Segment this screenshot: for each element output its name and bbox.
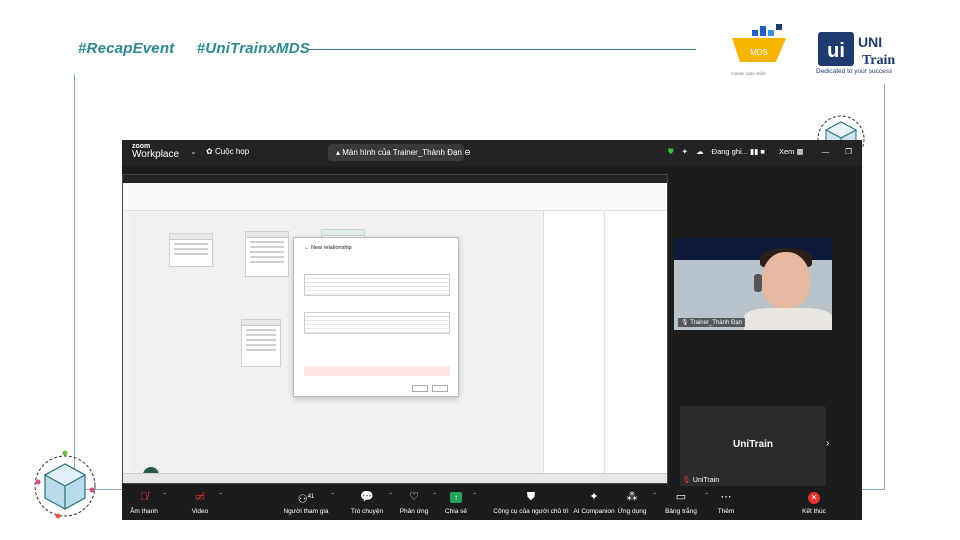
table-card-structure xyxy=(169,233,213,267)
whiteboard-label: Bảng trắng xyxy=(665,508,697,515)
view-menu[interactable]: Xem ▦ xyxy=(773,147,804,156)
unitrain-logo-text-2: Train xyxy=(862,53,895,68)
share-label: Chia sẻ xyxy=(444,508,468,515)
apps-caret-icon[interactable]: ⌃ xyxy=(652,492,657,499)
audio-button[interactable]: 🎙̸ Âm thanh ⌃ xyxy=(124,490,167,515)
participants-label: Người tham gia xyxy=(283,508,329,515)
dialog-warning xyxy=(304,366,450,376)
headset xyxy=(754,274,762,292)
more-icon: ⋯ xyxy=(720,491,732,503)
chat-label: Trò chuyện xyxy=(350,508,384,515)
participant-name-center: UniTrain xyxy=(732,439,773,450)
audio-label: Âm thanh xyxy=(130,508,158,515)
zoom-title-bar: zoom Workplace ⌄ ✿ Cuộc họp ▴ Màn hình c… xyxy=(122,140,862,166)
from-table-preview xyxy=(304,274,450,296)
windows-taskbar xyxy=(123,473,667,483)
participants-button[interactable]: ⚇41 Người tham gia ⌃ xyxy=(280,490,335,515)
presenter-video-tile[interactable]: 🎙 Trainer_Thành Đạn xyxy=(674,238,832,330)
share-screen-button[interactable]: ↑ Chia sẻ ⌃ xyxy=(438,490,477,515)
heart-icon: ♡ xyxy=(409,491,419,503)
presenter-name: Trainer_Thành Đạn xyxy=(690,320,742,326)
whiteboard-icon: ▭ xyxy=(675,491,687,503)
chat-button[interactable]: 💬 Trò chuyện ⌃ xyxy=(344,490,393,515)
left-divider xyxy=(74,74,75,490)
data-pane xyxy=(604,211,667,477)
svg-text:ui: ui xyxy=(827,40,845,62)
end-label: Kết thúc xyxy=(802,508,826,515)
apps-label: Ứng dụng xyxy=(617,508,647,515)
chat-caret-icon[interactable]: ⌃ xyxy=(388,492,393,499)
hashtag-unitrain-mds: #UniTrainxMDS xyxy=(196,40,310,57)
hashtag-line: #RecapEvent #UniTrainxMDS xyxy=(78,40,328,57)
zoom-brand-bottom: Workplace xyxy=(132,149,180,160)
end-call-icon: ✕ xyxy=(808,492,820,504)
mic-muted-icon: 🎙 xyxy=(682,477,691,484)
chevron-down-icon[interactable]: ⌄ xyxy=(190,147,197,156)
mds-logo-text: MDS xyxy=(750,48,768,57)
video-label: Video xyxy=(191,508,209,515)
end-meeting-button[interactable]: ✕ Kết thúc xyxy=(794,490,834,515)
meeting-toolbar: 🎙̸ Âm thanh ⌃ ▭̸ Video ⌃ ⚇41 Người tham … xyxy=(122,486,862,520)
mds-logo: MDS xyxy=(732,24,786,62)
view-label: Xem xyxy=(778,147,795,156)
audio-caret-icon[interactable]: ⌃ xyxy=(162,492,167,499)
right-divider xyxy=(884,84,885,490)
participants-caret-icon[interactable]: ⌃ xyxy=(330,492,335,499)
dialog-title-text: New relationship xyxy=(311,245,352,251)
cube-decoration-bottom-left xyxy=(34,450,96,519)
minimize-icon[interactable]: — xyxy=(822,147,830,156)
ai-sparkle-icon[interactable]: ✦ xyxy=(682,147,688,156)
share-banner-text: Màn hình của Trainer_Thành Đạn xyxy=(342,148,462,157)
title-bar-status: ⛊ ✦ ☁ Đang ghi... ▮▮ ■ Xem ▦ — ❐ xyxy=(662,147,852,157)
apps-button[interactable]: ⁂ Ứng dụng ⌃ xyxy=(612,490,657,515)
dialog-title: ← New relationship xyxy=(304,245,352,251)
recording-status[interactable]: ☁ Đang ghi... ▮▮ ■ xyxy=(696,147,765,156)
whiteboard-button[interactable]: ▭ Bảng trắng ⌃ xyxy=(658,490,709,515)
react-label: Phản ứng xyxy=(399,508,429,515)
meeting-label: Cuộc họp xyxy=(214,147,250,156)
unitrain-logo-text-1: UNI xyxy=(858,34,882,50)
properties-pane xyxy=(543,211,603,477)
meeting-menu[interactable]: ✿ Cuộc họp xyxy=(206,147,249,156)
mds-tagline: master data skills xyxy=(731,71,766,76)
table-card-store xyxy=(241,319,281,367)
more-button[interactable]: ⋯ Thêm xyxy=(706,490,746,515)
camera-off-icon: ▭̸ xyxy=(194,491,206,503)
share-screen-icon: ↑ xyxy=(450,492,462,503)
shared-screen: ← New relationship xyxy=(122,174,668,484)
more-label: Thêm xyxy=(717,508,735,515)
participants-icon: ⚇ xyxy=(297,493,308,506)
participant-count: 41 xyxy=(307,494,315,500)
app-title-bar xyxy=(123,175,667,183)
new-relationship-dialog: ← New relationship xyxy=(293,237,459,397)
share-caret-icon[interactable]: ⌃ xyxy=(472,492,477,499)
react-caret-icon[interactable]: ⌃ xyxy=(432,492,437,499)
recording-label: Đang ghi... xyxy=(711,147,748,156)
participant-name-tag: 🎙 UniTrain xyxy=(682,476,719,484)
to-table-preview xyxy=(304,312,450,334)
participant-name-label: UniTrain xyxy=(692,477,720,484)
app-ribbon xyxy=(123,183,667,211)
save-button[interactable] xyxy=(412,385,428,392)
cancel-button[interactable] xyxy=(432,385,448,392)
next-page-chevron-icon[interactable]: › xyxy=(826,438,829,449)
react-button[interactable]: ♡ Phản ứng ⌃ xyxy=(394,490,437,515)
maximize-icon[interactable]: ❐ xyxy=(845,147,852,156)
mic-muted-icon: 🎙̸ xyxy=(139,491,149,503)
presenter-face xyxy=(762,252,810,308)
zoom-window: zoom Workplace ⌄ ✿ Cuộc họp ▴ Màn hình c… xyxy=(122,140,862,520)
share-banner[interactable]: ▴ Màn hình của Trainer_Thành Đạn ⊖ xyxy=(328,144,471,161)
top-divider xyxy=(308,49,696,50)
video-button[interactable]: ▭̸ Video ⌃ xyxy=(180,490,223,515)
unitrain-tagline: Dedicated to your success xyxy=(816,68,893,75)
hashtag-recap: #RecapEvent xyxy=(78,40,175,57)
security-shield-icon[interactable]: ⛊ xyxy=(668,147,674,156)
apps-icon: ⁂ xyxy=(626,491,638,503)
table-card-transactions xyxy=(245,231,289,277)
presenter-name-tag: 🎙 Trainer_Thành Đạn xyxy=(678,318,745,327)
chat-icon: 💬 xyxy=(360,491,374,503)
video-caret-icon[interactable]: ⌃ xyxy=(218,492,223,499)
